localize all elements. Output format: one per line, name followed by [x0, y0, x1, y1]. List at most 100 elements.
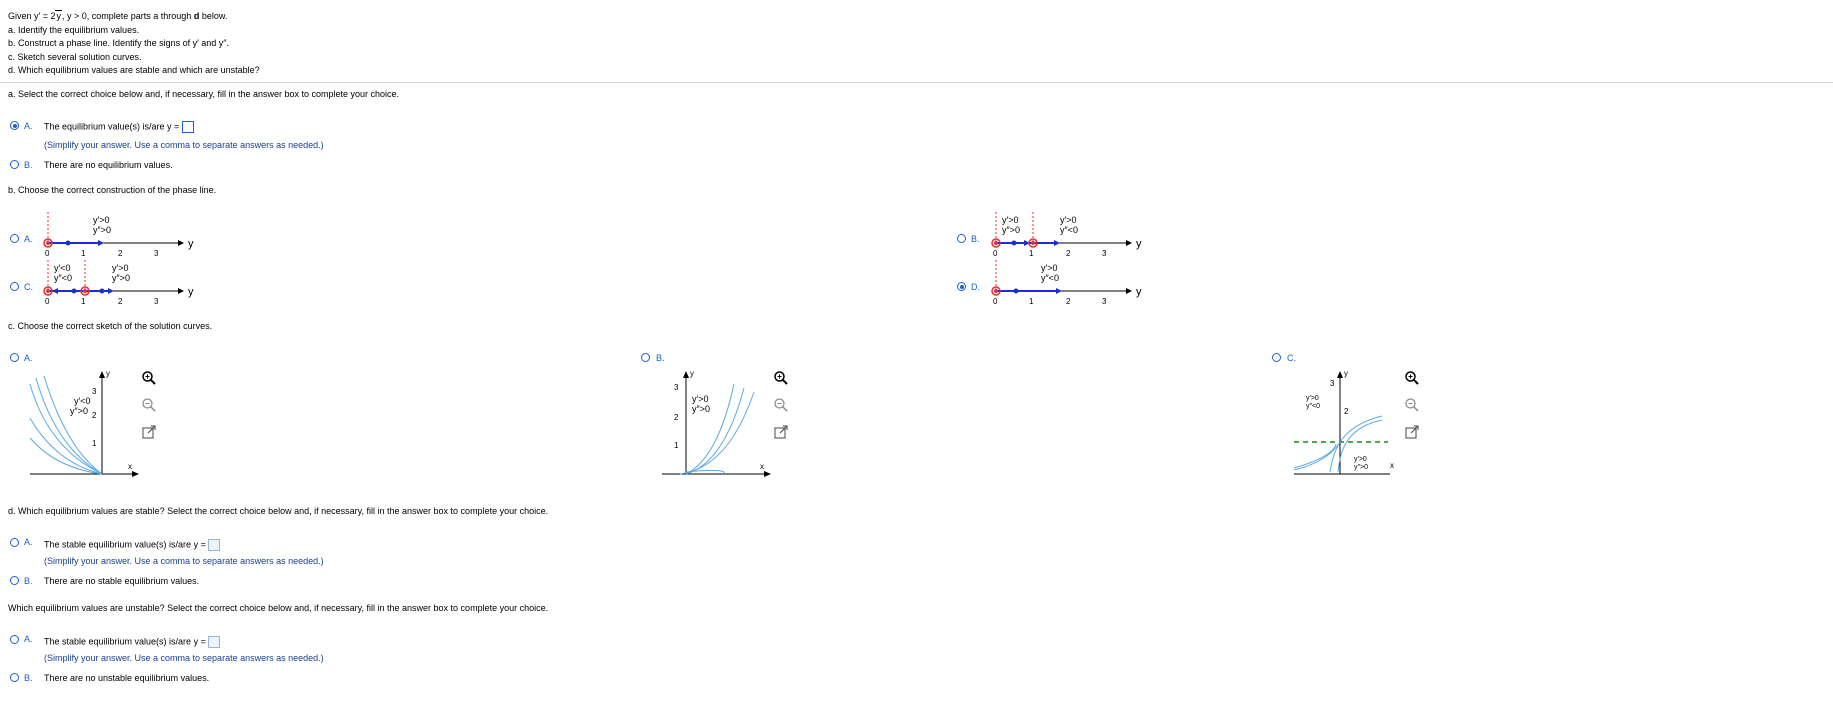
svg-text:y′>0: y′>0 [1306, 395, 1319, 402]
svg-text:0: 0 [45, 297, 50, 306]
part-d-answer-box[interactable] [208, 539, 221, 551]
part-b-radio-c[interactable] [10, 282, 19, 291]
part-d2-radio-a[interactable] [10, 635, 19, 644]
svg-text:2: 2 [1066, 249, 1071, 258]
svg-text:y″>0: y″>0 [112, 273, 130, 283]
zoom-out-icon[interactable] [773, 397, 789, 413]
svg-text:3: 3 [1330, 379, 1335, 388]
zoom-out-icon[interactable] [1404, 397, 1420, 413]
popout-icon[interactable] [773, 424, 789, 440]
part-d-prompt: d. Which equilibrium values are stable? … [8, 506, 549, 516]
sketch-a: y x 3 2 1 y′<0 y″>0 [29, 369, 139, 477]
label-ypp: y″>0 [93, 225, 111, 235]
problem-line-b: b. Construct a phase line. Identify the … [8, 38, 229, 48]
axis-arrow [178, 240, 184, 246]
part-c-letter-b: B. [656, 353, 665, 363]
svg-text:y: y [106, 369, 110, 378]
svg-text:0: 0 [45, 249, 50, 258]
svg-text:2: 2 [1344, 407, 1349, 416]
part-a-radio-a[interactable] [10, 121, 19, 130]
part-b-letter-a: A. [24, 234, 33, 244]
part-a-prompt: a. Select the correct choice below and, … [8, 89, 400, 99]
svg-text:x: x [128, 462, 132, 471]
problem-line-c: c. Sketch several solution curves. [8, 52, 142, 62]
part-d2-option-b: There are no unstable equilibrium values… [44, 673, 210, 683]
svg-text:y″<0: y″<0 [54, 273, 72, 283]
part-c-radio-c[interactable] [1272, 353, 1281, 362]
svg-text:3: 3 [92, 387, 97, 396]
svg-text:y: y [1136, 286, 1142, 298]
svg-text:x: x [760, 462, 764, 471]
zoom-in-icon[interactable] [773, 370, 789, 386]
part-a-option-a: The equilibrium value(s) is/are y = [44, 121, 194, 133]
zoom-in-icon[interactable] [141, 370, 157, 386]
sketch-b: y x 3 2 1 y′>0 y″>0 [662, 369, 771, 477]
part-b-radio-b[interactable] [957, 234, 966, 243]
part-a-radio-b[interactable] [10, 160, 19, 169]
problem-given: Given y′ = 2y, y > 0, complete parts a t… [8, 10, 228, 21]
svg-text:y′>0: y′>0 [692, 394, 708, 404]
svg-text:2: 2 [92, 411, 97, 420]
svg-text:1: 1 [1029, 249, 1034, 258]
svg-text:y″>0: y″>0 [692, 404, 710, 414]
point [65, 240, 71, 246]
svg-text:y′>0: y′>0 [1041, 263, 1057, 273]
phase-line-b: y′>0 y″>0 y′>0 y″<0 y 0 1 2 3 [991, 212, 1142, 258]
svg-text:1: 1 [674, 441, 679, 450]
part-d2-answer-box[interactable] [208, 636, 221, 648]
svg-text:y: y [690, 369, 694, 378]
part-d-letter-a: A. [24, 537, 33, 547]
svg-text:x: x [1390, 461, 1394, 470]
part-d-radio-a[interactable] [10, 538, 19, 547]
svg-text:1: 1 [92, 439, 97, 448]
svg-text:y″>0: y″>0 [1002, 225, 1020, 235]
svg-text:1: 1 [81, 249, 86, 258]
svg-text:y: y [188, 286, 194, 298]
part-a-hint: (Simplify your answer. Use a comma to se… [44, 140, 324, 150]
problem-line-d: d. Which equilibrium values are stable a… [8, 65, 260, 75]
svg-text:2: 2 [1066, 297, 1071, 306]
label-yp: y′>0 [93, 215, 109, 225]
svg-text:y′>0: y′>0 [1060, 215, 1076, 225]
part-b-radio-a[interactable] [10, 234, 19, 243]
svg-text:y″<0: y″<0 [1306, 403, 1320, 410]
zoom-out-icon[interactable] [141, 397, 157, 413]
part-a-letter-a: A. [24, 121, 33, 131]
svg-text:3: 3 [1102, 297, 1107, 306]
part-b-prompt: b. Choose the correct construction of th… [8, 185, 217, 195]
part-d2-option-a: The stable equilibrium value(s) is/are y… [44, 636, 221, 648]
svg-text:2: 2 [674, 413, 679, 422]
problem-line-a: a. Identify the equilibrium values. [8, 25, 140, 35]
svg-text:3: 3 [154, 249, 159, 258]
svg-text:2: 2 [118, 297, 123, 306]
part-a-answer-box[interactable] [181, 121, 194, 133]
phase-line-a: y′>0 y″>0 y 0 1 2 3 [43, 212, 194, 258]
part-c-radio-b[interactable] [641, 353, 650, 362]
svg-text:y′>0: y′>0 [112, 263, 128, 273]
popout-icon[interactable] [141, 424, 157, 440]
svg-text:y′<0: y′<0 [74, 396, 90, 406]
part-c-letter-c: C. [1287, 353, 1296, 363]
part-b-letter-d: D. [971, 282, 980, 292]
part-d-option-b: There are no stable equilibrium values. [44, 576, 200, 586]
svg-text:y: y [1344, 369, 1348, 378]
svg-text:y″<0: y″<0 [1041, 273, 1059, 283]
popout-icon[interactable] [1404, 424, 1420, 440]
part-a-option-b: There are no equilibrium values. [44, 160, 173, 170]
svg-text:y′<0: y′<0 [54, 263, 70, 273]
part-c-radio-a[interactable] [10, 353, 19, 362]
part-d2-hint: (Simplify your answer. Use a comma to se… [44, 653, 324, 663]
part-d2-radio-b[interactable] [10, 673, 19, 682]
part-d2-letter-a: A. [24, 634, 33, 644]
phase-line-c: y′<0 y″<0 y′>0 y″>0 y 0 1 2 3 [43, 260, 194, 306]
zoom-in-icon[interactable] [1404, 370, 1420, 386]
svg-text:3: 3 [154, 297, 159, 306]
svg-text:y: y [1136, 238, 1142, 250]
blue-arrow [98, 240, 104, 246]
part-b-radio-d[interactable] [957, 282, 966, 291]
part-c-prompt: c. Choose the correct sketch of the solu… [8, 321, 213, 331]
part-d-radio-b[interactable] [10, 576, 19, 585]
part-d-hint: (Simplify your answer. Use a comma to se… [44, 556, 324, 566]
svg-text:1: 1 [1029, 297, 1034, 306]
svg-text:0: 0 [993, 249, 998, 258]
